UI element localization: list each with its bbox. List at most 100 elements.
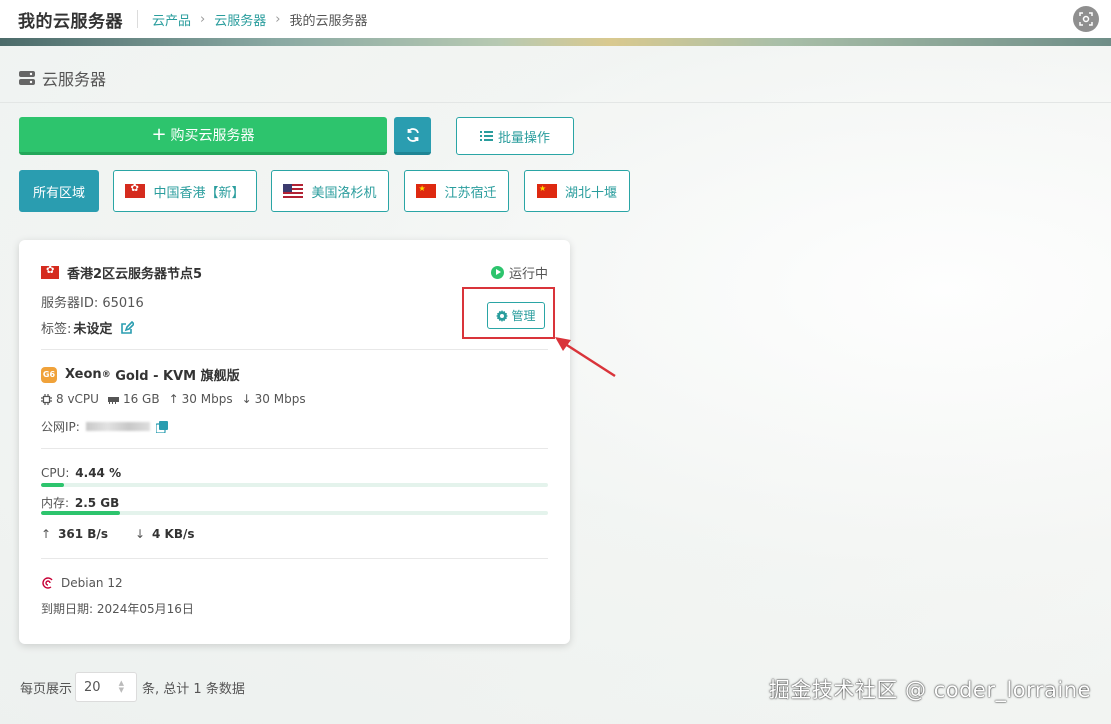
debian-icon	[42, 577, 53, 589]
memory-icon	[107, 396, 119, 404]
server-specs: 8 vCPU 16 GB ↑ 30 Mbps ↓ 30 Mbps	[41, 392, 315, 406]
region-tab-all[interactable]: 所有区域	[19, 170, 99, 212]
server-status-label: 运行中	[508, 267, 548, 282]
network-traffic: ↑ 361 B/s ↓ 4 KB/s	[41, 527, 195, 541]
region-tab-label: 江苏宿迁	[444, 185, 497, 201]
public-ip-row: 公网IP:	[41, 418, 168, 435]
page-size-value: 20	[84, 679, 101, 695]
server-name: 香港2区云服务器节点5	[67, 267, 203, 282]
batch-operation-label: 批量操作	[497, 130, 550, 146]
plus-icon: +	[151, 123, 167, 145]
buy-server-label: 购买云服务器	[170, 127, 255, 144]
china-flag-icon	[416, 184, 437, 198]
cpu-model-name: Xeon	[65, 367, 102, 382]
breadcrumb-separator: ›	[275, 11, 281, 27]
network-upload-value: 361 B/s	[58, 527, 108, 541]
annotation-arrow	[555, 337, 616, 378]
registered-mark: ®	[101, 369, 111, 380]
region-tab-label: 美国洛杉机	[311, 185, 377, 201]
cpu-model-edition: Gold - KVM 旗舰版	[110, 369, 240, 384]
main-panel: 云服务器 + 购买云服务器 批量操作 所有区域 中国香港【新】 美国洛杉机	[0, 46, 1111, 724]
breadcrumb-cloud-servers[interactable]: 云服务器	[214, 10, 266, 29]
list-icon	[479, 131, 493, 141]
arrow-up-icon: ↑	[168, 392, 179, 406]
server-icon	[19, 71, 35, 85]
spinner-icon[interactable]: ▲ ▼	[119, 680, 124, 694]
vcpu-value: 8 vCPU	[56, 392, 99, 406]
cpu-model-row: G6 Xeon ® Gold - KVM 旗舰版	[41, 365, 240, 384]
pager-prefix: 每页展示	[20, 681, 73, 697]
tag-value: 未设定	[73, 322, 113, 337]
chip-icon	[41, 393, 52, 405]
card-divider	[41, 558, 548, 559]
cpu-usage-bar	[41, 483, 548, 487]
section-header: 云服务器	[18, 66, 106, 90]
refresh-icon	[406, 127, 419, 142]
memory-value: 16 GB	[122, 392, 160, 406]
us-flag-icon	[283, 184, 304, 198]
cpu-usage-title: CPU:	[41, 466, 70, 480]
server-id: 服务器ID: 65016	[41, 296, 144, 311]
page-size-input[interactable]: 20 ▲ ▼	[75, 672, 138, 702]
app-title: 我的云服务器	[18, 11, 123, 32]
expire-date: 到期日期: 2024年05月16日	[41, 602, 194, 616]
section-divider	[0, 102, 1111, 103]
hong-kong-flag-icon	[125, 184, 146, 198]
memory-usage-fill	[41, 511, 121, 515]
upload-bandwidth-spec: ↑ 30 Mbps	[169, 392, 233, 406]
manage-button[interactable]: 管理	[487, 302, 545, 329]
region-tab-label: 所有区域	[32, 185, 85, 201]
card-divider	[41, 349, 548, 350]
server-tag-row: 标签: 未设定	[41, 318, 135, 337]
cpu-usage-label: CPU: 4.44 %	[41, 466, 121, 480]
arrow-down-icon: ↓	[241, 392, 252, 406]
upload-bandwidth-value: 30 Mbps	[181, 392, 233, 406]
network-download-value: 4 KB/s	[152, 527, 195, 541]
memory-usage-title: 内存:	[41, 496, 70, 510]
tag-label: 标签:	[41, 322, 72, 337]
breadcrumb-separator: ›	[200, 11, 206, 27]
memory-spec: 16 GB	[107, 392, 160, 406]
play-status-icon	[490, 266, 504, 279]
server-name-row: 香港2区云服务器节点5	[41, 263, 202, 282]
os-row: Debian 12	[41, 576, 123, 590]
cpu-generation-badge: G6	[41, 366, 57, 383]
edit-icon[interactable]	[120, 320, 135, 335]
card-divider	[41, 448, 548, 449]
download-bandwidth-spec: ↓ 30 Mbps	[242, 392, 306, 406]
section-title: 云服务器	[42, 70, 107, 89]
top-header: 我的云服务器 云产品 › 云服务器 › 我的云服务器	[0, 0, 1111, 38]
hong-kong-flag-icon	[41, 266, 59, 279]
region-tab-hongkong[interactable]: 中国香港【新】	[113, 170, 257, 212]
scan-icon[interactable]	[1073, 6, 1099, 32]
region-tab-label: 中国香港【新】	[153, 185, 245, 201]
memory-usage-bar	[41, 511, 548, 515]
pager-suffix: 条, 总计 1 条数据	[142, 681, 245, 697]
batch-operation-button[interactable]: 批量操作	[456, 117, 574, 155]
download-bandwidth-value: 30 Mbps	[254, 392, 306, 406]
gear-icon	[496, 309, 509, 322]
breadcrumb-cloud-products[interactable]: 云产品	[152, 10, 191, 29]
region-tab-los-angeles[interactable]: 美国洛杉机	[271, 170, 389, 212]
memory-usage-label: 内存: 2.5 GB	[41, 494, 119, 511]
server-status: 运行中	[490, 263, 548, 282]
public-ip-redacted	[85, 422, 150, 431]
region-tab-suqian[interactable]: 江苏宿迁	[404, 170, 509, 212]
cpu-usage-value: 4.44 %	[75, 466, 122, 480]
cpu-usage-fill	[41, 483, 64, 487]
public-ip-label: 公网IP:	[41, 420, 80, 434]
os-name: Debian 12	[61, 576, 123, 590]
china-flag-icon	[536, 184, 557, 198]
pagination: 每页展示 20 ▲ ▼ 条, 总计 1 条数据	[20, 672, 245, 702]
server-card: 香港2区云服务器节点5 运行中 服务器ID: 65016 标签: 未设定 管理 …	[19, 240, 570, 644]
header-banner-strip	[0, 38, 1111, 46]
header-divider	[137, 10, 138, 28]
refresh-button[interactable]	[394, 117, 431, 155]
region-tab-shiyan[interactable]: 湖北十堰	[524, 170, 630, 212]
vcpu-spec: 8 vCPU	[41, 392, 99, 406]
buy-server-button[interactable]: + 购买云服务器	[19, 117, 387, 155]
breadcrumb-current: 我的云服务器	[289, 13, 368, 29]
memory-usage-value: 2.5 GB	[74, 496, 120, 510]
copy-icon[interactable]	[155, 420, 168, 433]
manage-label: 管理	[511, 309, 536, 323]
